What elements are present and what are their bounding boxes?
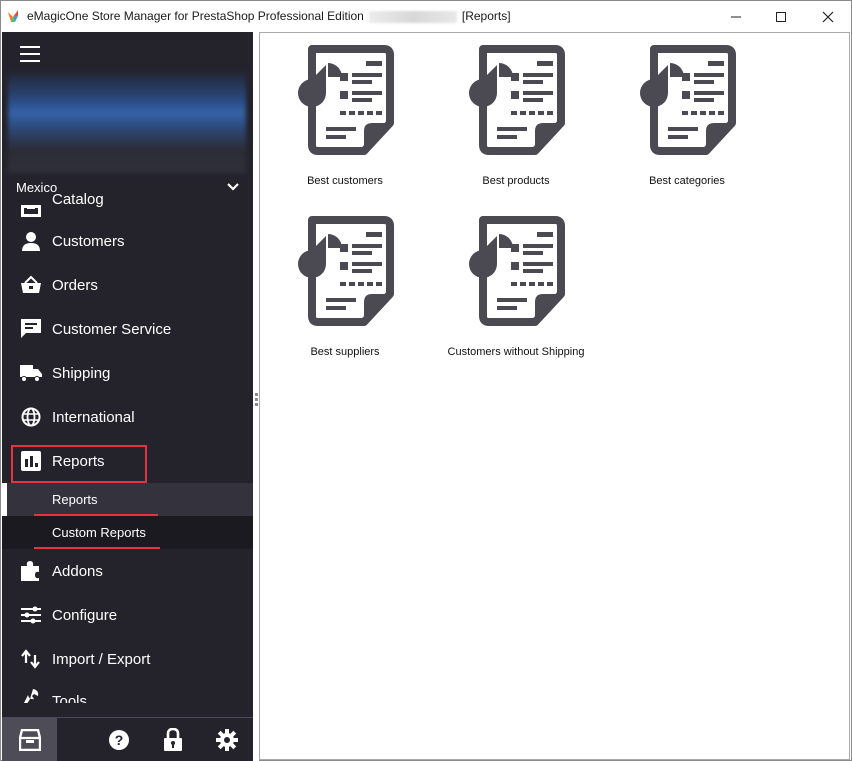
app-logo-icon	[8, 10, 18, 22]
close-icon	[822, 11, 834, 22]
report-tile-label: Best customers	[307, 175, 383, 187]
settings-button[interactable]	[212, 718, 242, 761]
report-tile-label: Customers without Shipping	[447, 346, 585, 358]
report-tile-label: Best categories	[649, 175, 725, 187]
sidebar-item-catalog[interactable]: Catalog	[2, 191, 253, 221]
store-url-redacted	[368, 10, 457, 23]
globe-icon	[20, 406, 42, 428]
maximize-button[interactable]	[758, 1, 804, 32]
nav-list: Catalog Customers Orders Customer Servic…	[2, 191, 253, 703]
window-title-app: eMagicOne Store Manager for PrestaShop P…	[27, 9, 364, 23]
report-document-icon	[640, 45, 736, 155]
sidebar-item-import-export[interactable]: Import / Export	[2, 637, 253, 681]
hamburger-menu-icon[interactable]	[20, 46, 40, 62]
report-tile-label: Best products	[482, 175, 550, 187]
sidebar-item-customers[interactable]: Customers	[2, 219, 253, 263]
svg-text:?: ?	[115, 732, 124, 748]
store-icon	[18, 729, 41, 751]
report-tile-best-customers[interactable]: Best customers	[270, 41, 420, 201]
lock-icon	[164, 728, 182, 751]
report-document-icon	[469, 216, 565, 326]
report-document-icon	[469, 45, 565, 155]
help-button[interactable]: ?	[104, 718, 134, 761]
report-document-icon	[298, 216, 394, 326]
sidebar-item-orders[interactable]: Orders	[2, 263, 253, 307]
sidebar-item-label: Customer Service	[52, 320, 172, 338]
sidebar-item-label: Shipping	[52, 364, 111, 382]
sidebar-item-customer-service[interactable]: Customer Service	[2, 307, 253, 351]
sidebar-item-label: Orders	[52, 276, 98, 294]
basket-icon	[20, 274, 42, 296]
puzzle-icon	[20, 560, 42, 582]
window-title-section: [Reports]	[461, 9, 511, 23]
sidebar-item-label: Import / Export	[52, 650, 151, 668]
report-tile-best-categories[interactable]: Best categories	[612, 41, 762, 201]
sidebar-subitem-label: Custom Reports	[52, 525, 146, 540]
report-tile-label: Best suppliers	[310, 346, 380, 358]
close-button[interactable]	[805, 1, 851, 32]
report-tile-best-products[interactable]: Best products	[441, 41, 591, 201]
sidebar-item-reports[interactable]: Reports	[2, 439, 253, 483]
sidebar-subitem-reports[interactable]: Reports	[2, 483, 253, 516]
help-icon: ?	[109, 730, 129, 750]
user-icon	[20, 230, 42, 252]
report-tile-customers-without-shipping[interactable]: Customers without Shipping	[441, 212, 591, 372]
sidebar-item-label: Reports	[52, 452, 105, 470]
sidebar-item-shipping[interactable]: Shipping	[2, 351, 253, 395]
sidebar-subitem-label: Reports	[52, 492, 98, 507]
sidebar-item-addons[interactable]: Addons	[2, 549, 253, 593]
sidebar-item-configure[interactable]: Configure	[2, 593, 253, 637]
sidebar-item-label: Customers	[52, 232, 125, 250]
sidebar-item-tools[interactable]: Tools	[2, 681, 253, 703]
bar-chart-icon	[20, 450, 42, 472]
reports-panel: Best customers Best products Best catego…	[259, 32, 850, 760]
catalog-icon	[20, 199, 42, 221]
minimize-icon	[731, 16, 741, 17]
maximize-icon	[776, 11, 786, 22]
window-title: eMagicOne Store Manager for PrestaShop P…	[27, 9, 511, 23]
wrench-icon	[20, 687, 42, 703]
chat-icon	[20, 318, 42, 340]
arrows-icon	[20, 648, 42, 670]
store-logo-banner	[8, 69, 246, 173]
sidebar-item-label: Catalog	[52, 191, 104, 208]
sidebar-item-label: International	[52, 408, 135, 426]
title-bar: eMagicOne Store Manager for PrestaShop P…	[1, 1, 851, 32]
store-name: Mexico	[16, 180, 58, 195]
chevron-down-icon	[227, 183, 239, 191]
sidebar-item-label: Addons	[52, 562, 103, 580]
sidebar-item-label: Tools	[52, 693, 88, 703]
sidebar-bottom-bar: ?	[2, 717, 253, 761]
gear-icon	[216, 729, 238, 751]
sidebar-item-label: Configure	[52, 606, 118, 624]
app-window: eMagicOne Store Manager for PrestaShop P…	[0, 0, 852, 761]
sliders-icon	[20, 604, 42, 626]
sidebar: Mexico Catalog Customers Orders Customer…	[2, 32, 253, 761]
truck-icon	[20, 362, 42, 384]
store-selector[interactable]: Mexico	[16, 180, 246, 198]
sidebar-subitem-custom-reports[interactable]: Custom Reports	[2, 516, 253, 549]
splitter-grip-icon[interactable]	[255, 393, 258, 408]
sidebar-item-international[interactable]: International	[2, 395, 253, 439]
report-document-icon	[298, 45, 394, 155]
store-button[interactable]	[2, 718, 57, 761]
report-tile-best-suppliers[interactable]: Best suppliers	[270, 212, 420, 372]
minimize-button[interactable]	[713, 1, 759, 32]
lock-button[interactable]	[158, 718, 188, 761]
